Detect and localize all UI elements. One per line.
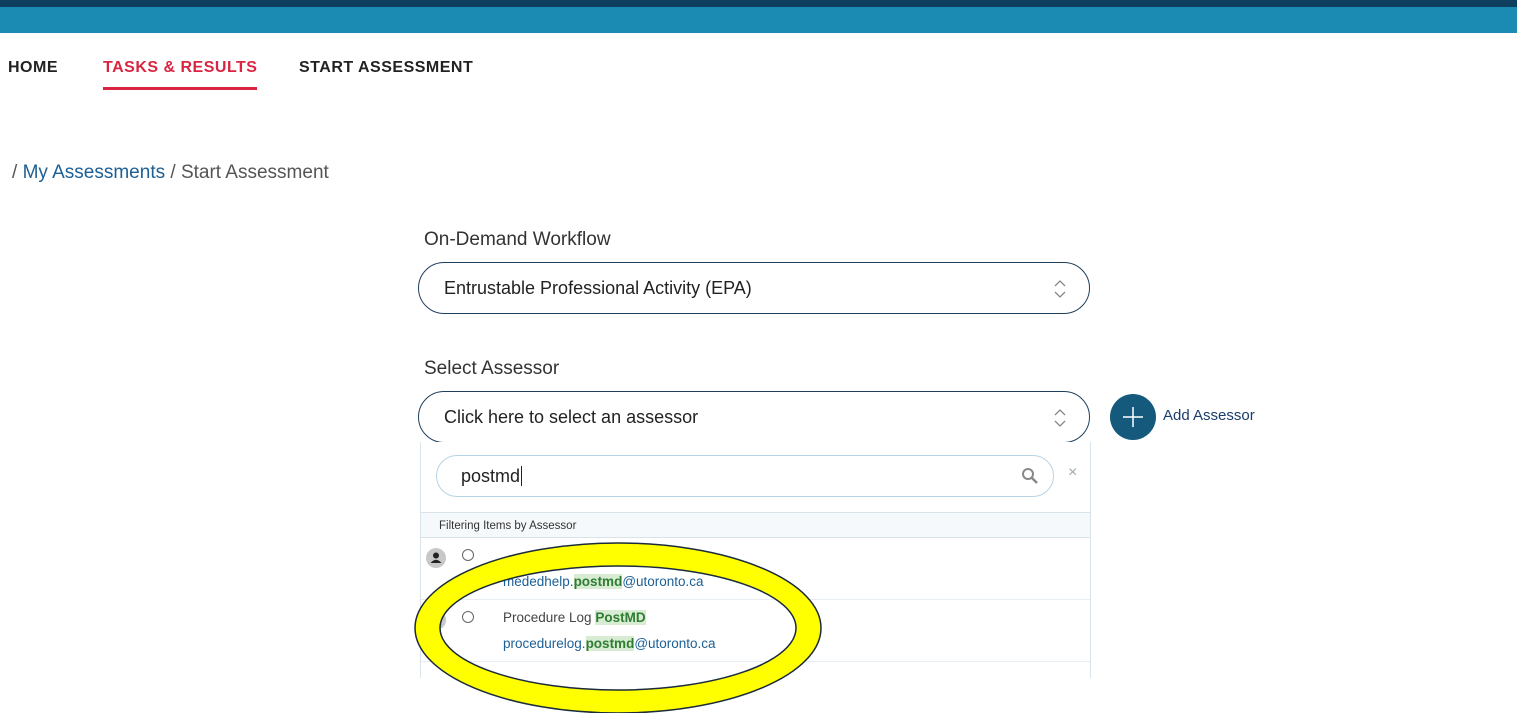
- clear-search-icon[interactable]: ×: [1068, 464, 1077, 482]
- breadcrumb-separator: /: [12, 162, 18, 183]
- add-assessor-label[interactable]: Add Assessor: [1163, 407, 1255, 424]
- filter-header: Filtering Items by Assessor: [421, 512, 1090, 538]
- workflow-label: On-Demand Workflow: [424, 229, 611, 250]
- nav-tasks-results[interactable]: TASKS & RESULTS: [103, 48, 258, 90]
- select-caret-icon: [1054, 409, 1066, 427]
- breadcrumb: / My Assessments / Start Assessment: [12, 162, 329, 184]
- add-assessor-button[interactable]: [1110, 394, 1156, 440]
- workflow-select-value: Entrustable Professional Activity (EPA): [444, 278, 752, 298]
- select-caret-icon: [1054, 280, 1066, 298]
- highlight-annotation: [414, 542, 822, 713]
- assessor-select[interactable]: Click here to select an assessor: [418, 391, 1090, 443]
- nav-start-assessment[interactable]: START ASSESSMENT: [299, 48, 473, 88]
- search-value: postmd: [461, 456, 522, 496]
- assessor-select-placeholder: Click here to select an assessor: [444, 407, 699, 427]
- top-banner-edge: [0, 0, 1517, 7]
- nav-home[interactable]: HOME: [8, 48, 58, 88]
- breadcrumb-current: Start Assessment: [180, 162, 329, 183]
- workflow-select[interactable]: Entrustable Professional Activity (EPA): [418, 262, 1090, 314]
- breadcrumb-separator: /: [170, 162, 176, 183]
- plus-icon: [1123, 407, 1143, 427]
- search-icon: [1022, 468, 1038, 484]
- breadcrumb-my-assessments[interactable]: My Assessments: [23, 162, 166, 183]
- assessor-label: Select Assessor: [424, 358, 560, 379]
- assessor-search-input[interactable]: postmd: [436, 455, 1054, 497]
